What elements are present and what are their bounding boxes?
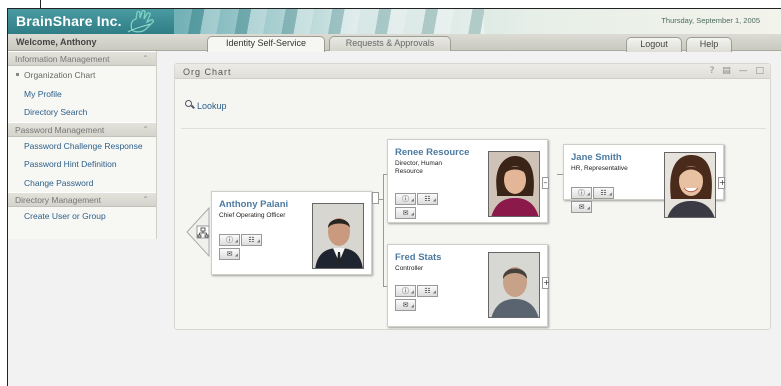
- expand-reports-toggle[interactable]: +: [718, 177, 726, 189]
- card-actions: ⓘ☷ ✉: [395, 285, 439, 311]
- sidebar-item-label: Organization Chart: [24, 70, 96, 80]
- bullet-icon: [16, 73, 19, 76]
- tab-requests-approvals[interactable]: Requests & Approvals: [329, 36, 451, 51]
- info-icon[interactable]: ⓘ: [395, 193, 416, 205]
- person-name[interactable]: Renee Resource: [395, 147, 469, 158]
- collapse-reports-toggle[interactable]: –: [542, 177, 549, 189]
- person-photo: [664, 152, 716, 218]
- card-actions: ⓘ☷ ✉: [395, 193, 439, 219]
- org-card-fred-stats[interactable]: Fred Stats Controller ⓘ☷ ✉ +: [387, 244, 550, 327]
- collapse-icon[interactable]: ⌃: [141, 125, 150, 134]
- email-icon[interactable]: ✉: [395, 207, 416, 219]
- org-icon[interactable]: ☷: [241, 234, 262, 246]
- org-card-jane-smith[interactable]: Jane Smith HR, Representative ⓘ☷ ✉ +: [563, 144, 726, 218]
- minimize-icon[interactable]: —: [739, 66, 748, 76]
- section-information-management[interactable]: Information Management ⌃: [8, 51, 156, 66]
- brand-area: BrainShare Inc.: [8, 9, 174, 34]
- header-banner: BrainShare Inc. Thursday, September 1, 2…: [8, 9, 781, 34]
- person-title: HR, Representative: [571, 165, 628, 172]
- org-icon[interactable]: ☷: [417, 193, 438, 205]
- card-actions: ⓘ☷ ✉: [571, 187, 615, 213]
- org-card-renee-resource[interactable]: Renee Resource Director, Human Resource …: [387, 139, 549, 223]
- nav-bar: Welcome, Anthony Identity Self-Service R…: [8, 34, 781, 52]
- help-button[interactable]: Help: [686, 37, 732, 52]
- sidebar-item-password-challenge-response[interactable]: Password Challenge Response: [8, 137, 156, 156]
- person-name[interactable]: Fred Stats: [395, 252, 441, 263]
- tab-identity-self-service[interactable]: Identity Self-Service: [207, 36, 325, 52]
- section-title: Information Management: [15, 54, 110, 64]
- email-icon[interactable]: ✉: [219, 248, 240, 260]
- person-photo: [488, 151, 540, 217]
- org-chart-panel: Org Chart ? ▤ — □ Lookup Anthony Palani …: [174, 63, 771, 330]
- maximize-icon[interactable]: □: [755, 66, 764, 76]
- sidebar-item-create-user-or-group[interactable]: Create User or Group: [8, 207, 156, 226]
- email-icon[interactable]: ✉: [395, 299, 416, 311]
- person-title: Director, Human Resource: [395, 160, 442, 175]
- logout-button[interactable]: Logout: [626, 37, 682, 52]
- divider: [181, 128, 766, 129]
- sidebar-item-organization-chart[interactable]: Organization Chart: [8, 66, 156, 85]
- hand-logo-icon: [127, 10, 155, 33]
- collapse-reports-toggle[interactable]: [372, 192, 379, 204]
- person-name[interactable]: Jane Smith: [571, 152, 622, 163]
- section-title: Directory Management: [15, 195, 101, 205]
- sidebar: Information Management ⌃ Organization Ch…: [8, 51, 157, 239]
- sidebar-item-change-password[interactable]: Change Password: [8, 174, 156, 193]
- magnifier-icon: [185, 100, 195, 110]
- help-icon[interactable]: ?: [710, 66, 715, 76]
- section-password-management[interactable]: Password Management ⌃: [8, 121, 156, 137]
- panel-title: Org Chart: [183, 67, 232, 77]
- collapse-icon[interactable]: ⌃: [141, 54, 150, 63]
- sidebar-item-directory-search[interactable]: Directory Search: [8, 103, 156, 122]
- card-actions: ⓘ☷ ✉: [219, 234, 263, 260]
- lookup-label: Lookup: [197, 101, 227, 111]
- connector-line: [383, 174, 384, 286]
- print-icon[interactable]: ▤: [722, 66, 731, 76]
- info-icon[interactable]: ⓘ: [571, 187, 592, 199]
- panel-toolbar: ? ▤ — □: [705, 66, 764, 76]
- header-photo-strip: [174, 9, 484, 34]
- person-name[interactable]: Anthony Palani: [219, 199, 288, 210]
- expand-reports-toggle[interactable]: +: [542, 277, 550, 289]
- person-title: Chief Operating Officer: [219, 212, 286, 219]
- org-icon[interactable]: ☷: [417, 285, 438, 297]
- brand-logo-text: BrainShare Inc.: [16, 13, 122, 29]
- section-directory-management[interactable]: Directory Management ⌃: [8, 192, 156, 207]
- app-window: BrainShare Inc. Thursday, September 1, 2…: [7, 8, 781, 386]
- collapse-icon[interactable]: ⌃: [141, 195, 150, 204]
- sidebar-item-password-hint-definition[interactable]: Password Hint Definition: [8, 155, 156, 174]
- info-icon[interactable]: ⓘ: [219, 234, 240, 246]
- person-photo: [312, 203, 364, 269]
- org-card-anthony-palani[interactable]: Anthony Palani Chief Operating Officer ⓘ…: [211, 191, 379, 275]
- show-manager-button[interactable]: [185, 207, 211, 257]
- info-icon[interactable]: ⓘ: [395, 285, 416, 297]
- panel-header: Org Chart ? ▤ — □: [175, 64, 770, 79]
- section-title: Password Management: [15, 124, 105, 135]
- sidebar-item-my-profile[interactable]: My Profile: [8, 85, 156, 104]
- welcome-message: Welcome, Anthony: [16, 37, 97, 47]
- person-title: Controller: [395, 265, 424, 272]
- org-icon[interactable]: ☷: [593, 187, 614, 199]
- email-icon[interactable]: ✉: [571, 201, 592, 213]
- person-photo: [488, 252, 540, 318]
- lookup-link[interactable]: Lookup: [185, 100, 227, 111]
- current-date: Thursday, September 1, 2005: [661, 16, 760, 25]
